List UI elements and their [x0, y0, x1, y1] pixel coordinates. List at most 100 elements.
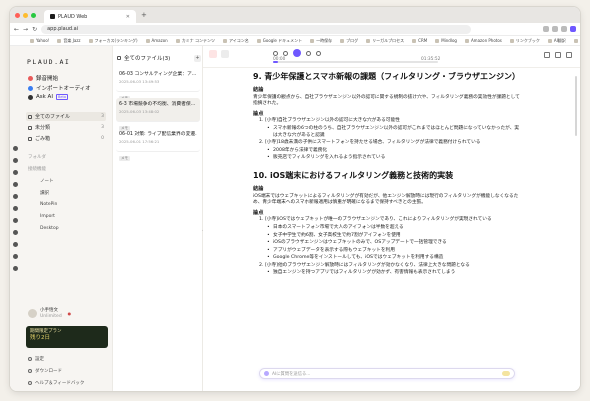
app-icon[interactable]	[12, 158, 18, 163]
app-icon[interactable]	[12, 218, 18, 223]
reload-icon[interactable]: ↻	[32, 26, 37, 33]
bookmark-item[interactable]: Google ドキュメント	[256, 38, 302, 44]
forward-icon[interactable]: →	[23, 26, 28, 33]
file-icon	[28, 114, 32, 119]
integration-item[interactable]: ノート	[40, 178, 54, 184]
bookmark-favicon-icon	[145, 38, 150, 43]
maximize-window-icon[interactable]	[31, 12, 36, 18]
section-heading: 10. iOS端末におけるフィルタリング義務と技術的実装	[253, 170, 454, 180]
app-icon[interactable]	[12, 170, 18, 175]
bookmark-item[interactable]: 一時保存	[310, 38, 332, 44]
help-link[interactable]: ヘルプ＆フィードバック	[28, 380, 84, 386]
plaud-app: PLAUD.AI 録音開始 インポートオーディオ Ask AI Beta 全ての…	[10, 46, 580, 391]
integration-item[interactable]: Import	[40, 214, 55, 219]
app-icon[interactable]	[12, 242, 18, 247]
browser-tab[interactable]: PLAUD Web ✕	[44, 10, 136, 23]
bookmark-item[interactable]: Amazon Photos	[464, 38, 502, 43]
add-file-button[interactable]: +	[194, 54, 201, 62]
ask-ai-button[interactable]: Ask AI Beta	[28, 94, 69, 100]
folder-unsorted[interactable]: 未分類 3	[26, 123, 106, 132]
bookmark-label: Amazon	[151, 38, 168, 43]
user-profile[interactable]: 小手悟文 Unlimited ●	[28, 308, 71, 319]
bookmark-label: 音楽 Jazz	[63, 37, 81, 43]
extension-icon[interactable]	[561, 26, 567, 32]
bookmark-item[interactable]: AI翻訳	[547, 38, 566, 44]
bullet-item: 女子中学生で約6割、女子高校生で約7割がアイフォンを使用	[253, 233, 523, 240]
bookmark-item[interactable]: リーガルプロセス	[366, 38, 404, 44]
app-icon[interactable]	[12, 182, 18, 187]
app-icon[interactable]	[12, 230, 18, 235]
file-card-selected[interactable]: 6-3 市場競争の不均衡、消費者保... 2025-06-03 13:48:02…	[116, 98, 200, 131]
bookmark-item[interactable]: CRM	[412, 38, 427, 43]
toggle-view-icon[interactable]	[221, 50, 229, 58]
ask-ai-input[interactable]: AIに質問を送信る...	[259, 368, 515, 379]
bookmark-item[interactable]: Amazon	[145, 38, 168, 43]
folder-label: 全てのファイル	[35, 114, 71, 120]
bookmarks-bar: Yahoo! 音楽 Jazz フォーカス(ランキング) Amazon カミナ コンテンツ…	[10, 36, 580, 46]
bookmark-item[interactable]: Yahoo!	[30, 38, 49, 43]
extension-icon[interactable]	[543, 26, 549, 32]
minimize-window-icon[interactable]	[23, 12, 28, 18]
point-item: 2. [小寺]18歳未満の子供にスマートフォンを持たせる場合、フィルタリングが法…	[259, 140, 481, 146]
folder-count: 0	[101, 136, 104, 141]
bookmark-item[interactable]: ブログ	[340, 38, 358, 44]
bookmark-favicon-icon	[340, 38, 345, 43]
share-icon[interactable]	[544, 52, 550, 58]
bookmark-item[interactable]: リンクブック	[509, 38, 540, 44]
integration-item[interactable]: 讀訳	[40, 190, 49, 196]
bookmark-item[interactable]: アイコン名	[222, 38, 249, 44]
settings-link[interactable]: 設定	[28, 356, 44, 362]
app-icon[interactable]	[12, 254, 18, 259]
bookmark-item[interactable]: カミナ コンテンツ	[175, 38, 215, 44]
file-list-panel: 全てのファイル(3) + 06-03 コンサルティング企業：ア... 2025-…	[113, 46, 203, 391]
tab-title: PLAUD Web	[58, 13, 88, 20]
profile-icon[interactable]	[570, 26, 576, 32]
integration-item[interactable]: NotePin	[40, 202, 57, 207]
edit-icon[interactable]	[555, 52, 561, 58]
file-card[interactable]: 06-03 コンサルティング企業：ア... 2025-06-03 13:49:5…	[116, 68, 200, 101]
volume-icon[interactable]	[316, 50, 321, 56]
pdf-icon[interactable]	[209, 50, 217, 58]
beta-badge: Beta	[55, 94, 69, 100]
app-icon[interactable]	[12, 266, 18, 271]
send-icon[interactable]	[502, 371, 510, 376]
bookmark-favicon-icon	[464, 38, 469, 43]
extension-icon[interactable]	[552, 26, 558, 32]
close-tab-icon[interactable]: ✕	[126, 14, 130, 20]
forward-icon[interactable]	[306, 50, 311, 56]
rewind-icon[interactable]	[283, 50, 288, 56]
ask-ai-label: Ask AI	[36, 94, 53, 100]
ask-ai-placeholder: AIに質問を送信る...	[272, 371, 311, 377]
download-link[interactable]: ダウンロード	[28, 368, 62, 374]
bookmark-item[interactable]: フォーカス(ランキング)	[88, 38, 138, 44]
folder-section-label[interactable]: フォルダ	[28, 154, 46, 160]
scrollbar[interactable]	[575, 76, 577, 136]
new-tab-icon[interactable]: +	[141, 11, 147, 19]
bookmark-favicon-icon	[573, 38, 578, 43]
record-button[interactable]: 録音開始	[28, 74, 58, 82]
promo-banner[interactable]: 期間限定プラン 残り2日	[26, 326, 108, 348]
more-icon[interactable]	[566, 52, 572, 58]
app-icon[interactable]	[12, 194, 18, 199]
bookmark-item[interactable]: 音楽 Jazz	[57, 37, 81, 44]
bookmark-item[interactable]: Mindlog	[435, 38, 457, 43]
progress-bar[interactable]	[273, 61, 438, 63]
folder-trash[interactable]: ごみ箱 0	[26, 134, 106, 143]
app-icon[interactable]	[12, 146, 18, 151]
bookmark-favicon-icon	[175, 38, 180, 43]
play-button[interactable]	[293, 49, 301, 57]
file-card[interactable]: 06-01 対策: ライブ配信業界の変遷... 2025-06-01 17:56…	[116, 128, 200, 161]
back-icon[interactable]: ←	[14, 26, 19, 33]
import-audio-button[interactable]: インポートオーディオ	[28, 84, 91, 92]
window-controls[interactable]	[15, 12, 36, 18]
integrations-section-label[interactable]: 接続機能	[28, 166, 46, 172]
folder-all-files[interactable]: 全てのファイル 3	[26, 112, 106, 121]
close-window-icon[interactable]	[15, 12, 20, 18]
bookmark-item[interactable]: LINE連携	[573, 38, 580, 44]
url-field[interactable]: app.plaud.ai	[41, 24, 472, 34]
download-label: ダウンロード	[35, 369, 62, 374]
app-icon[interactable]	[12, 206, 18, 211]
conclusion-label: 結論	[253, 185, 264, 192]
speed-icon[interactable]	[273, 50, 278, 56]
integration-item[interactable]: Desktop	[40, 226, 59, 231]
